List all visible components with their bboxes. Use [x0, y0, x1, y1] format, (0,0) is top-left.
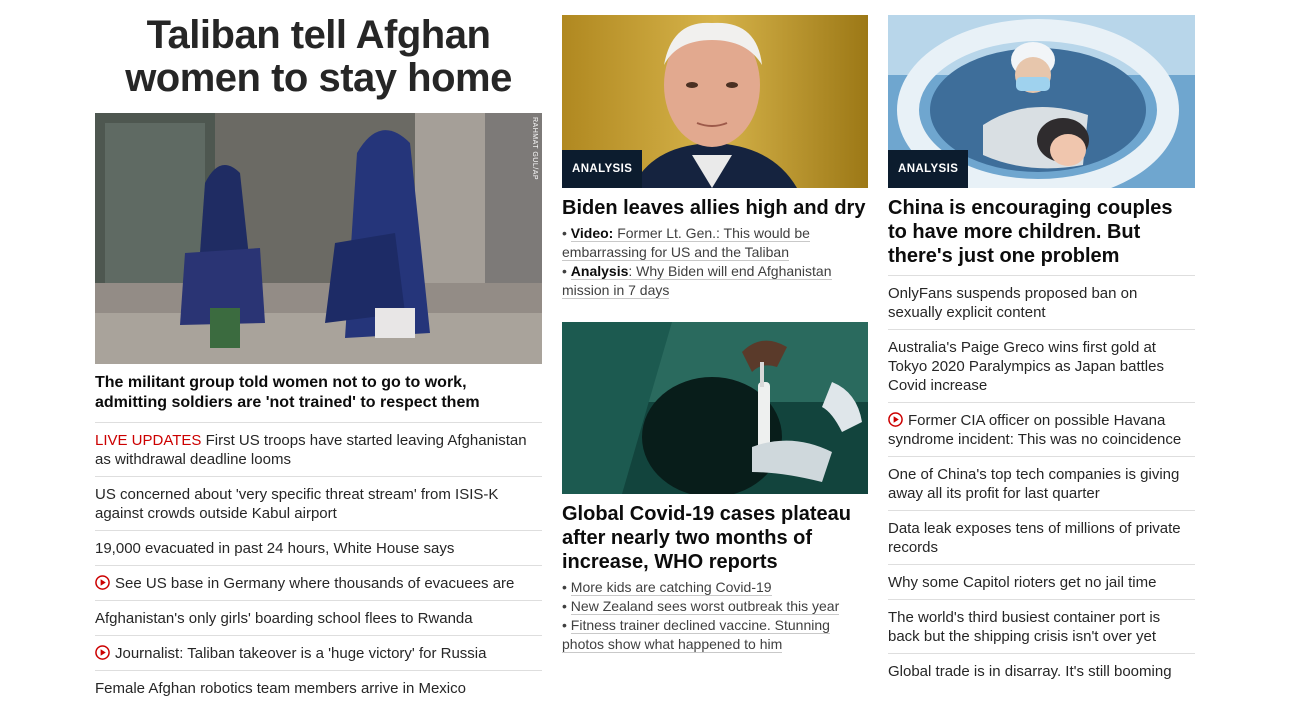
banner-headline-link[interactable]: Taliban tell Afghan women to stay home [125, 13, 512, 100]
list-item: 19,000 evacuated in past 24 hours, White… [95, 530, 542, 565]
lead-story-title[interactable]: The militant group told women not to go … [95, 373, 542, 422]
related-link[interactable]: Analysis: Why Biden will end Afghanistan… [562, 263, 832, 299]
play-video-icon [95, 575, 110, 590]
headline-link[interactable]: Female Afghan robotics team members arri… [95, 680, 466, 697]
list-item: • More kids are catching Covid-19 [562, 579, 772, 596]
related-headlines-list: LIVE UPDATES First US troops have starte… [95, 422, 542, 705]
list-item: LIVE UPDATES First US troops have starte… [95, 422, 542, 476]
list-item: The world's third busiest container port… [888, 599, 1195, 653]
analysis-badge: ANALYSIS [888, 150, 969, 188]
headline-link[interactable]: See US base in Germany where thousands o… [95, 575, 514, 592]
list-item: Journalist: Taliban takeover is a 'huge … [95, 635, 542, 670]
list-item: Data leak exposes tens of millions of pr… [888, 510, 1195, 564]
list-item: One of China's top tech companies is giv… [888, 456, 1195, 510]
list-item: Australia's Paige Greco wins first gold … [888, 329, 1195, 402]
right-column: ANALYSIS China is encouraging couples to… [888, 0, 1195, 688]
photo-credit: RAHMAT GUL/AP [531, 117, 538, 181]
headline-link[interactable]: OnlyFans suspends proposed ban on sexual… [888, 285, 1137, 321]
list-item: OnlyFans suspends proposed ban on sexual… [888, 275, 1195, 329]
covid-story-title[interactable]: Global Covid-19 cases plateau after near… [562, 502, 868, 574]
top-stories-list: OnlyFans suspends proposed ban on sexual… [888, 275, 1195, 688]
middle-column: ANALYSIS Biden leaves allies high and dr… [562, 0, 868, 654]
list-item: Former CIA officer on possible Havana sy… [888, 402, 1195, 456]
china-story-image-link[interactable]: ANALYSIS [888, 15, 1195, 188]
headline-link[interactable]: Data leak exposes tens of millions of pr… [888, 520, 1181, 556]
analysis-badge: ANALYSIS [562, 150, 643, 188]
related-link[interactable]: Video: Former Lt. Gen.: This would be em… [562, 225, 810, 261]
headline-link[interactable]: Global trade is in disarray. It's still … [888, 663, 1172, 680]
link-label: Analysis [570, 263, 629, 279]
lead-column: Taliban tell Afghan women to stay home R… [95, 0, 542, 705]
headline-text: Former CIA officer on possible Havana sy… [888, 412, 1182, 448]
lead-image-link[interactable]: RAHMAT GUL/AP [95, 113, 542, 364]
covid-story-image-link[interactable] [562, 322, 868, 494]
play-video-icon [95, 645, 110, 660]
headline-link[interactable]: The world's third busiest container port… [888, 609, 1160, 645]
biden-related-links: • Video: Former Lt. Gen.: This would be … [562, 224, 868, 300]
related-link[interactable]: New Zealand sees worst outbreak this yea… [570, 598, 840, 615]
headline-link[interactable]: Afghanistan's only girls' boarding schoo… [95, 610, 473, 627]
list-item: Global trade is in disarray. It's still … [888, 653, 1195, 688]
list-item: Why some Capitol rioters get no jail tim… [888, 564, 1195, 599]
headline-link[interactable]: LIVE UPDATES First US troops have starte… [95, 432, 527, 468]
list-item: • Fitness trainer declined vaccine. Stun… [562, 617, 830, 653]
banner-headline: Taliban tell Afghan women to stay home [95, 14, 542, 100]
list-item: Female Afghan robotics team members arri… [95, 670, 542, 705]
afghan-women-photo [95, 113, 542, 364]
list-item: • New Zealand sees worst outbreak this y… [562, 598, 840, 615]
headline-link[interactable]: Journalist: Taliban takeover is a 'huge … [95, 645, 486, 662]
headline-link[interactable]: Former CIA officer on possible Havana sy… [888, 412, 1181, 448]
related-link[interactable]: Fitness trainer declined vaccine. Stunni… [562, 617, 830, 653]
headline-text: Journalist: Taliban takeover is a 'huge … [115, 645, 487, 662]
headline-link[interactable]: One of China's top tech companies is giv… [888, 466, 1179, 502]
covid-related-links: • More kids are catching Covid-19 • New … [562, 578, 868, 654]
list-item: • Analysis: Why Biden will end Afghanist… [562, 263, 832, 299]
headline-link[interactable]: Why some Capitol rioters get no jail tim… [888, 574, 1156, 591]
biden-story-title[interactable]: Biden leaves allies high and dry [562, 196, 868, 220]
link-label: Video: [570, 225, 614, 241]
list-item: • Video: Former Lt. Gen.: This would be … [562, 225, 810, 261]
covid-test-photo [562, 322, 868, 494]
headline-link[interactable]: 19,000 evacuated in past 24 hours, White… [95, 540, 454, 557]
list-item: US concerned about 'very specific threat… [95, 476, 542, 530]
play-video-icon [888, 412, 903, 427]
related-link[interactable]: More kids are catching Covid-19 [570, 579, 772, 596]
biden-story-image-link[interactable]: ANALYSIS [562, 15, 868, 188]
list-item: See US base in Germany where thousands o… [95, 565, 542, 600]
list-item: Afghanistan's only girls' boarding schoo… [95, 600, 542, 635]
china-story-title[interactable]: China is encouraging couples to have mor… [888, 196, 1195, 275]
headline-text: See US base in Germany where thousands o… [115, 575, 515, 592]
headline-link[interactable]: Australia's Paige Greco wins first gold … [888, 339, 1164, 394]
headline-link[interactable]: US concerned about 'very specific threat… [95, 486, 498, 522]
live-updates-label: LIVE UPDATES [95, 432, 202, 449]
